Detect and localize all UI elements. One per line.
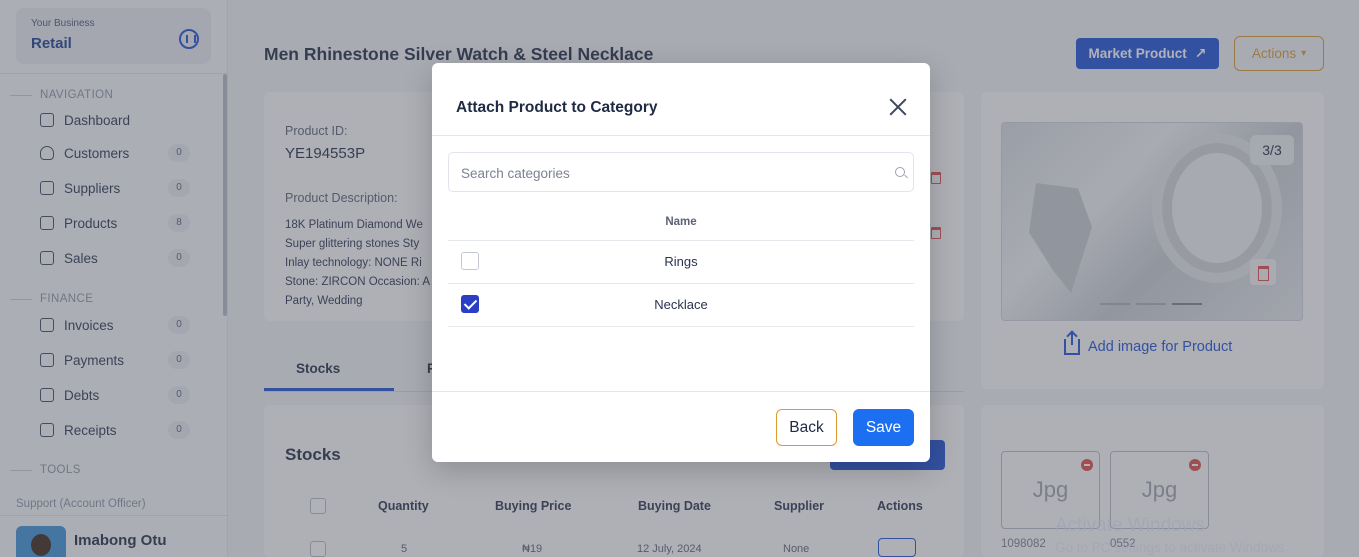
back-button[interactable]: Back <box>776 409 837 446</box>
row-divider <box>448 283 914 284</box>
save-button[interactable]: Save <box>853 409 914 446</box>
modal-title: Attach Product to Category <box>456 99 658 116</box>
modal-divider <box>432 135 930 136</box>
attach-category-modal: Attach Product to Category Name Rings Ne… <box>432 63 930 462</box>
category-name: Necklace <box>654 297 708 312</box>
modal-divider <box>432 391 930 392</box>
search-input[interactable] <box>461 163 881 183</box>
row-divider <box>448 326 914 327</box>
search-box <box>448 152 914 192</box>
category-name: Rings <box>664 254 698 269</box>
windows-watermark-subtitle: Go to PC settings to activate Windows. <box>1055 540 1289 555</box>
column-header-name: Name <box>665 216 697 228</box>
row-divider <box>448 240 914 241</box>
close-icon[interactable] <box>887 96 909 118</box>
windows-watermark-title: Activate Windows <box>1055 515 1205 536</box>
search-icon[interactable] <box>895 167 905 177</box>
